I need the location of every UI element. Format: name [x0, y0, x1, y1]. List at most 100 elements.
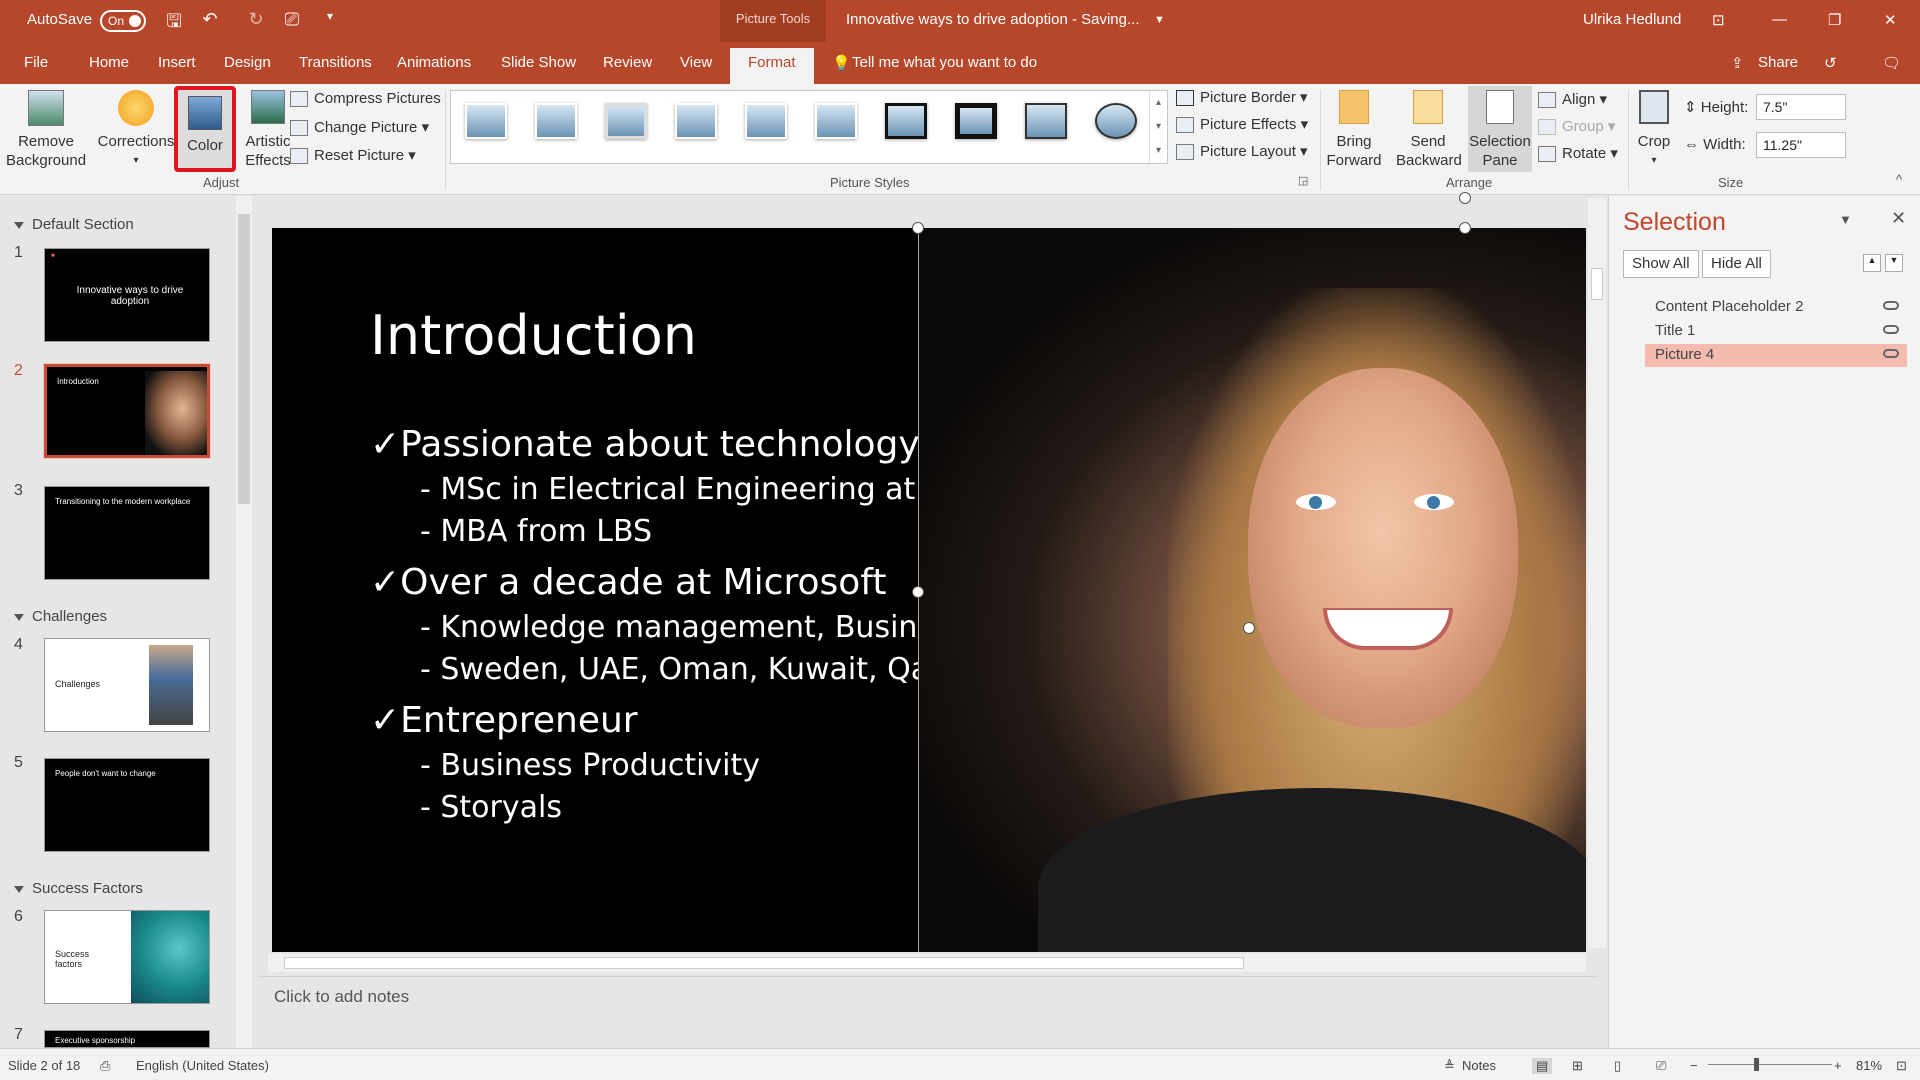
close-icon[interactable]: ✕ [1884, 11, 1897, 29]
section-challenges[interactable]: Challenges [14, 608, 107, 625]
scrollbar-thumb[interactable] [284, 957, 1244, 969]
selection-item-selected[interactable]: Picture 4 [1645, 344, 1907, 367]
slide-thumb-5[interactable]: People don't want to change [44, 758, 210, 852]
language-indicator[interactable]: English (United States) [136, 1058, 269, 1073]
notes-pane[interactable]: Click to add notes [258, 976, 1598, 1048]
sub-bullet[interactable]: - Storyals [420, 790, 562, 825]
tell-me-input[interactable]: Tell me what you want to do [852, 54, 1037, 71]
slide-thumb-6[interactable]: Success factors [44, 910, 210, 1004]
scrollbar-thumb[interactable] [238, 214, 250, 504]
history-icon[interactable]: ↺ [1824, 54, 1837, 72]
spellcheck-icon[interactable]: ⎙ [100, 1058, 110, 1074]
dialog-launcher-icon[interactable]: ◲ [1298, 174, 1308, 187]
slide-sorter-icon[interactable]: ⊞ [1572, 1058, 1583, 1074]
share-icon[interactable]: ⇪ [1731, 54, 1744, 72]
change-picture-button[interactable]: Change Picture ▾ [290, 118, 429, 137]
style-thumb-6[interactable] [815, 103, 857, 139]
bullet-3[interactable]: ✓Entrepreneur [370, 700, 638, 741]
title-dropdown-icon[interactable]: ▼ [1154, 14, 1165, 26]
visibility-eye-icon[interactable] [1883, 301, 1899, 310]
resize-handle[interactable] [1243, 622, 1255, 634]
picture-4-portrait[interactable] [918, 228, 1586, 952]
tab-design[interactable]: Design [224, 54, 271, 71]
bullet-1[interactable]: ✓Passionate about technology [370, 424, 920, 465]
picture-layout-button[interactable]: Picture Layout ▾ [1176, 142, 1308, 161]
editor-hscrollbar[interactable] [268, 954, 1586, 972]
slide-title[interactable]: Introduction [370, 304, 697, 367]
resize-handle[interactable] [1459, 222, 1471, 234]
selection-pane-button[interactable]: Selection Pane [1468, 86, 1532, 172]
style-thumb-4[interactable] [675, 103, 717, 139]
picture-effects-button[interactable]: Picture Effects ▾ [1176, 115, 1308, 134]
ribbon-display-icon[interactable]: ⊡ [1712, 11, 1725, 29]
restore-icon[interactable]: ❐ [1828, 11, 1841, 29]
slide-thumb-4[interactable]: Challenges [44, 638, 210, 732]
bring-forward-button[interactable]: Bring Forward [1326, 90, 1382, 170]
height-input[interactable]: 7.5" [1756, 94, 1846, 120]
picture-styles-gallery[interactable]: ▴ ▾ ▾ [450, 90, 1168, 164]
zoom-out-icon[interactable]: − [1690, 1058, 1698, 1073]
tab-format[interactable]: Format [730, 48, 814, 84]
sub-bullet[interactable]: - MSc in Electrical Engineering at KTH [420, 472, 983, 507]
section-default[interactable]: Default Section [14, 216, 134, 233]
rotate-handle[interactable] [1459, 192, 1471, 204]
redo-icon[interactable]: ↻ [244, 9, 268, 30]
slide-thumb-3[interactable]: Transitioning to the modern workplace [44, 486, 210, 580]
color-button[interactable]: Color [174, 86, 236, 172]
tab-home[interactable]: Home [89, 54, 129, 71]
selection-item[interactable]: Content Placeholder 2 [1645, 296, 1907, 319]
resize-handle[interactable] [912, 586, 924, 598]
show-all-button[interactable]: Show All [1623, 250, 1699, 278]
close-pane-icon[interactable]: ✕ [1891, 208, 1906, 229]
zoom-in-icon[interactable]: + [1834, 1058, 1842, 1073]
save-icon[interactable]: 🖫 [162, 9, 186, 39]
crop-button[interactable]: Crop ▾ [1634, 90, 1674, 170]
zoom-level[interactable]: 81% [1856, 1058, 1882, 1073]
user-name[interactable]: Ulrika Hedlund [1583, 11, 1681, 28]
visibility-eye-icon[interactable] [1883, 325, 1899, 334]
style-thumb-5[interactable] [745, 103, 787, 139]
picture-border-button[interactable]: Picture Border ▾ [1176, 88, 1308, 107]
slide-thumb-7[interactable]: Executive sponsorship [44, 1030, 210, 1048]
notes-placeholder[interactable]: Click to add notes [274, 987, 409, 1007]
style-thumb-2[interactable] [535, 103, 577, 139]
editor-vscrollbar[interactable] [1588, 198, 1606, 948]
reading-view-icon[interactable]: ▯ [1614, 1058, 1621, 1074]
tab-slideshow[interactable]: Slide Show [501, 54, 576, 71]
sub-bullet[interactable]: - Business Productivity [420, 748, 760, 783]
tab-transitions[interactable]: Transitions [299, 54, 372, 71]
remove-background-button[interactable]: Remove Background [6, 90, 86, 170]
send-backward-button[interactable]: Send Backward [1396, 90, 1462, 170]
selection-item[interactable]: Title 1 [1645, 320, 1907, 343]
sub-bullet[interactable]: - MBA from LBS [420, 514, 652, 549]
minimize-icon[interactable]: — [1772, 11, 1787, 28]
hide-all-button[interactable]: Hide All [1702, 250, 1771, 278]
style-thumb-9[interactable] [1025, 103, 1067, 139]
move-up-icon[interactable]: ▲ [1863, 254, 1881, 272]
collapse-ribbon-icon[interactable]: ^ [1896, 172, 1902, 187]
tab-animations[interactable]: Animations [397, 54, 471, 71]
present-icon[interactable]: ⎚ [280, 9, 304, 30]
pane-options-icon[interactable]: ▼ [1839, 212, 1852, 227]
move-down-icon[interactable]: ▼ [1885, 254, 1903, 272]
corrections-button[interactable]: Corrections ▾ [96, 90, 176, 170]
comments-icon[interactable]: 🗨 [1882, 54, 1901, 72]
group-button[interactable]: Group ▾ [1538, 117, 1615, 136]
notes-button[interactable]: Notes [1462, 1058, 1496, 1073]
normal-view-icon[interactable]: ▤ [1532, 1058, 1553, 1074]
slideshow-view-icon[interactable]: ⎚ [1656, 1058, 1666, 1074]
undo-icon[interactable]: ↶ [198, 9, 222, 30]
thumbnails-scrollbar[interactable] [236, 196, 252, 1048]
tab-view[interactable]: View [680, 54, 712, 71]
reset-picture-button[interactable]: Reset Picture ▾ [290, 146, 416, 165]
bullet-2[interactable]: ✓Over a decade at Microsoft [370, 562, 886, 603]
style-thumb-10[interactable] [1095, 103, 1137, 139]
rotate-button[interactable]: Rotate ▾ [1538, 144, 1618, 163]
notes-icon[interactable]: ≜ [1444, 1058, 1455, 1074]
tab-review[interactable]: Review [603, 54, 652, 71]
zoom-slider[interactable] [1708, 1064, 1832, 1065]
zoom-slider-thumb[interactable] [1754, 1058, 1759, 1071]
style-thumb-1[interactable] [465, 103, 507, 139]
align-button[interactable]: Align ▾ [1538, 90, 1607, 109]
share-button[interactable]: Share [1758, 54, 1798, 71]
